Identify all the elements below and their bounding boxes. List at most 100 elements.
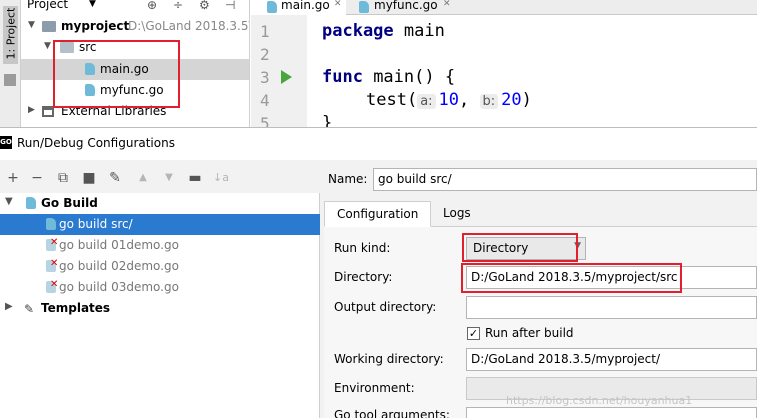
output-directory-input[interactable] bbox=[466, 296, 757, 319]
param-hint: b: bbox=[479, 94, 499, 109]
library-icon bbox=[42, 106, 54, 117]
close-icon[interactable]: ✕ bbox=[443, 0, 451, 9]
run-debug-dialog: GO Run/Debug Configurations + − ⧉ ■ ✎ ▲ … bbox=[0, 127, 757, 418]
number-literal: 20 bbox=[501, 90, 522, 110]
close-icon[interactable]: ✕ bbox=[334, 0, 342, 9]
file-label: myfunc.go bbox=[100, 83, 164, 97]
goland-app-icon: GO bbox=[0, 136, 12, 149]
directory-input[interactable]: D:/GoLand 2018.3.5/myproject/src bbox=[466, 266, 757, 289]
run-kind-label: Run kind: bbox=[334, 241, 391, 255]
tab-logs[interactable]: Logs bbox=[431, 201, 483, 227]
configuration-panel: Run kind: Directory ▼ Directory: D:/GoLa… bbox=[324, 227, 757, 418]
error-icon: ✕ bbox=[50, 258, 59, 269]
target-icon[interactable]: ⊕ bbox=[147, 0, 157, 12]
run-kind-select[interactable]: Directory ▼ bbox=[466, 237, 586, 260]
run-after-build-checkbox[interactable]: ✓ bbox=[467, 327, 480, 340]
config-label: go build 02demo.go bbox=[59, 259, 179, 273]
param-hint: a: bbox=[417, 94, 436, 109]
group-label: Go Build bbox=[41, 196, 98, 210]
code-line-5: } bbox=[322, 113, 333, 127]
tree-item-go-build-02demo[interactable]: ✕ go build 02demo.go bbox=[0, 256, 320, 277]
chevron-down-icon[interactable]: ▼ bbox=[89, 0, 96, 9]
move-up-icon[interactable]: ▲ bbox=[134, 168, 152, 188]
tree-row-external-libraries[interactable]: ▶ External Libraries bbox=[21, 101, 249, 122]
line-number: 4 bbox=[260, 91, 270, 110]
copy-icon[interactable]: ⧉ bbox=[54, 168, 72, 188]
tree-item-go-build-03demo[interactable]: ✕ go build 03demo.go bbox=[0, 277, 320, 298]
sort-icon[interactable]: ↓a bbox=[212, 168, 230, 188]
error-icon: ✕ bbox=[50, 237, 59, 248]
editor-tab-bar: main.go ✕ myfunc.go ✕ bbox=[251, 0, 757, 15]
config-tabs: Configuration Logs bbox=[324, 201, 757, 227]
code-line-3: func main() { bbox=[322, 67, 455, 87]
environment-label: Environment: bbox=[334, 381, 415, 395]
run-icon[interactable] bbox=[281, 70, 292, 84]
go-file-icon bbox=[267, 1, 277, 13]
remove-icon[interactable]: − bbox=[28, 168, 46, 188]
go-file-icon bbox=[359, 1, 369, 13]
name-label: Name: bbox=[328, 172, 368, 186]
group-label: Templates bbox=[41, 301, 111, 315]
folder-icon bbox=[42, 21, 56, 32]
dialog-title-bar: GO Run/Debug Configurations bbox=[0, 128, 757, 160]
go-tool-arguments-input[interactable] bbox=[466, 407, 757, 418]
chevron-right-icon[interactable]: ▶ bbox=[5, 301, 13, 312]
go-file-icon bbox=[85, 84, 95, 96]
project-root-name: myproject bbox=[61, 19, 130, 33]
tree-group-templates[interactable]: ▶ ✎ Templates bbox=[0, 298, 320, 319]
code-editor[interactable]: package main func main() { test(a: 10, b:… bbox=[307, 15, 757, 127]
project-panel: Project ▼ ⊕ ÷ ⚙ ⊣ ▼ myproject D:\GoLand … bbox=[21, 0, 250, 127]
chevron-down-icon[interactable]: ▼ bbox=[44, 41, 51, 51]
chevron-down-icon[interactable]: ▼ bbox=[5, 196, 13, 207]
tree-group-go-build[interactable]: ▼ Go Build bbox=[0, 193, 320, 214]
chevron-down-icon: ▼ bbox=[574, 241, 581, 251]
add-icon[interactable]: + bbox=[4, 168, 22, 188]
gear-icon[interactable]: ⚙ bbox=[199, 0, 210, 12]
wrench-icon[interactable]: ✎ bbox=[106, 168, 124, 188]
tree-row-main-go[interactable]: main.go bbox=[21, 59, 249, 80]
hide-icon[interactable]: ⊣ bbox=[225, 0, 235, 12]
code-text: main() { bbox=[362, 67, 456, 87]
go-tool-arguments-label: Go tool arguments: bbox=[334, 408, 450, 418]
tree-row-src[interactable]: ▼ src bbox=[21, 37, 249, 58]
save-icon[interactable]: ■ bbox=[80, 168, 98, 188]
project-panel-header: Project ▼ ⊕ ÷ ⚙ ⊣ bbox=[21, 0, 249, 14]
move-down-icon[interactable]: ▼ bbox=[160, 168, 178, 188]
output-directory-label: Output directory: bbox=[334, 300, 437, 314]
tree-item-go-build-src[interactable]: go build src/ bbox=[0, 214, 320, 235]
tab-configuration[interactable]: Configuration bbox=[324, 201, 432, 227]
tab-myfunc-go[interactable]: myfunc.go ✕ bbox=[347, 0, 457, 15]
config-label: go build 03demo.go bbox=[59, 280, 179, 294]
tree-row-project-root[interactable]: ▼ myproject D:\GoLand 2018.3.5\m bbox=[21, 16, 249, 37]
project-panel-title[interactable]: Project bbox=[27, 0, 68, 11]
directory-label: Directory: bbox=[334, 270, 393, 284]
code-text: test( bbox=[366, 90, 418, 110]
structure-icon[interactable] bbox=[4, 74, 16, 86]
config-label: go build src/ bbox=[59, 217, 133, 231]
tab-label: myfunc.go bbox=[374, 0, 438, 12]
line-number: 3 bbox=[260, 68, 270, 87]
code-text: , bbox=[459, 90, 480, 110]
folder-add-icon[interactable]: ▬ bbox=[186, 168, 204, 188]
code-text: main bbox=[393, 21, 445, 41]
working-directory-input[interactable]: D:/GoLand 2018.3.5/myproject/ bbox=[466, 348, 757, 371]
wrench-icon: ✎ bbox=[24, 302, 35, 316]
external-libraries-label: External Libraries bbox=[61, 104, 167, 118]
tree-item-go-build-01demo[interactable]: ✕ go build 01demo.go bbox=[0, 235, 320, 256]
chevron-down-icon[interactable]: ▼ bbox=[28, 20, 35, 30]
chevron-right-icon[interactable]: ▶ bbox=[28, 105, 35, 115]
tree-row-myfunc-go[interactable]: myfunc.go bbox=[21, 80, 249, 101]
project-root-path: D:\GoLand 2018.3.5\m bbox=[128, 19, 249, 33]
project-tool-tab[interactable]: 1: Project bbox=[3, 6, 18, 64]
ide-window: 1: Project Project ▼ ⊕ ÷ ⚙ ⊣ ▼ myproject… bbox=[0, 0, 757, 127]
code-text: ) bbox=[521, 90, 532, 110]
keyword: func bbox=[322, 67, 363, 87]
tab-main-go[interactable]: main.go ✕ bbox=[251, 0, 346, 15]
config-toolbar: + − ⧉ ■ ✎ ▲ ▼ ▬ ↓a bbox=[0, 168, 320, 190]
go-build-icon bbox=[26, 197, 36, 209]
code-line-4: test(a: 10, b: 20) bbox=[366, 90, 532, 110]
collapse-icon[interactable]: ÷ bbox=[173, 0, 183, 12]
name-input[interactable]: go build src/ bbox=[373, 168, 757, 191]
code-line-1: package main bbox=[322, 21, 445, 41]
line-number-gutter: 1 2 3 4 5 bbox=[251, 15, 307, 127]
